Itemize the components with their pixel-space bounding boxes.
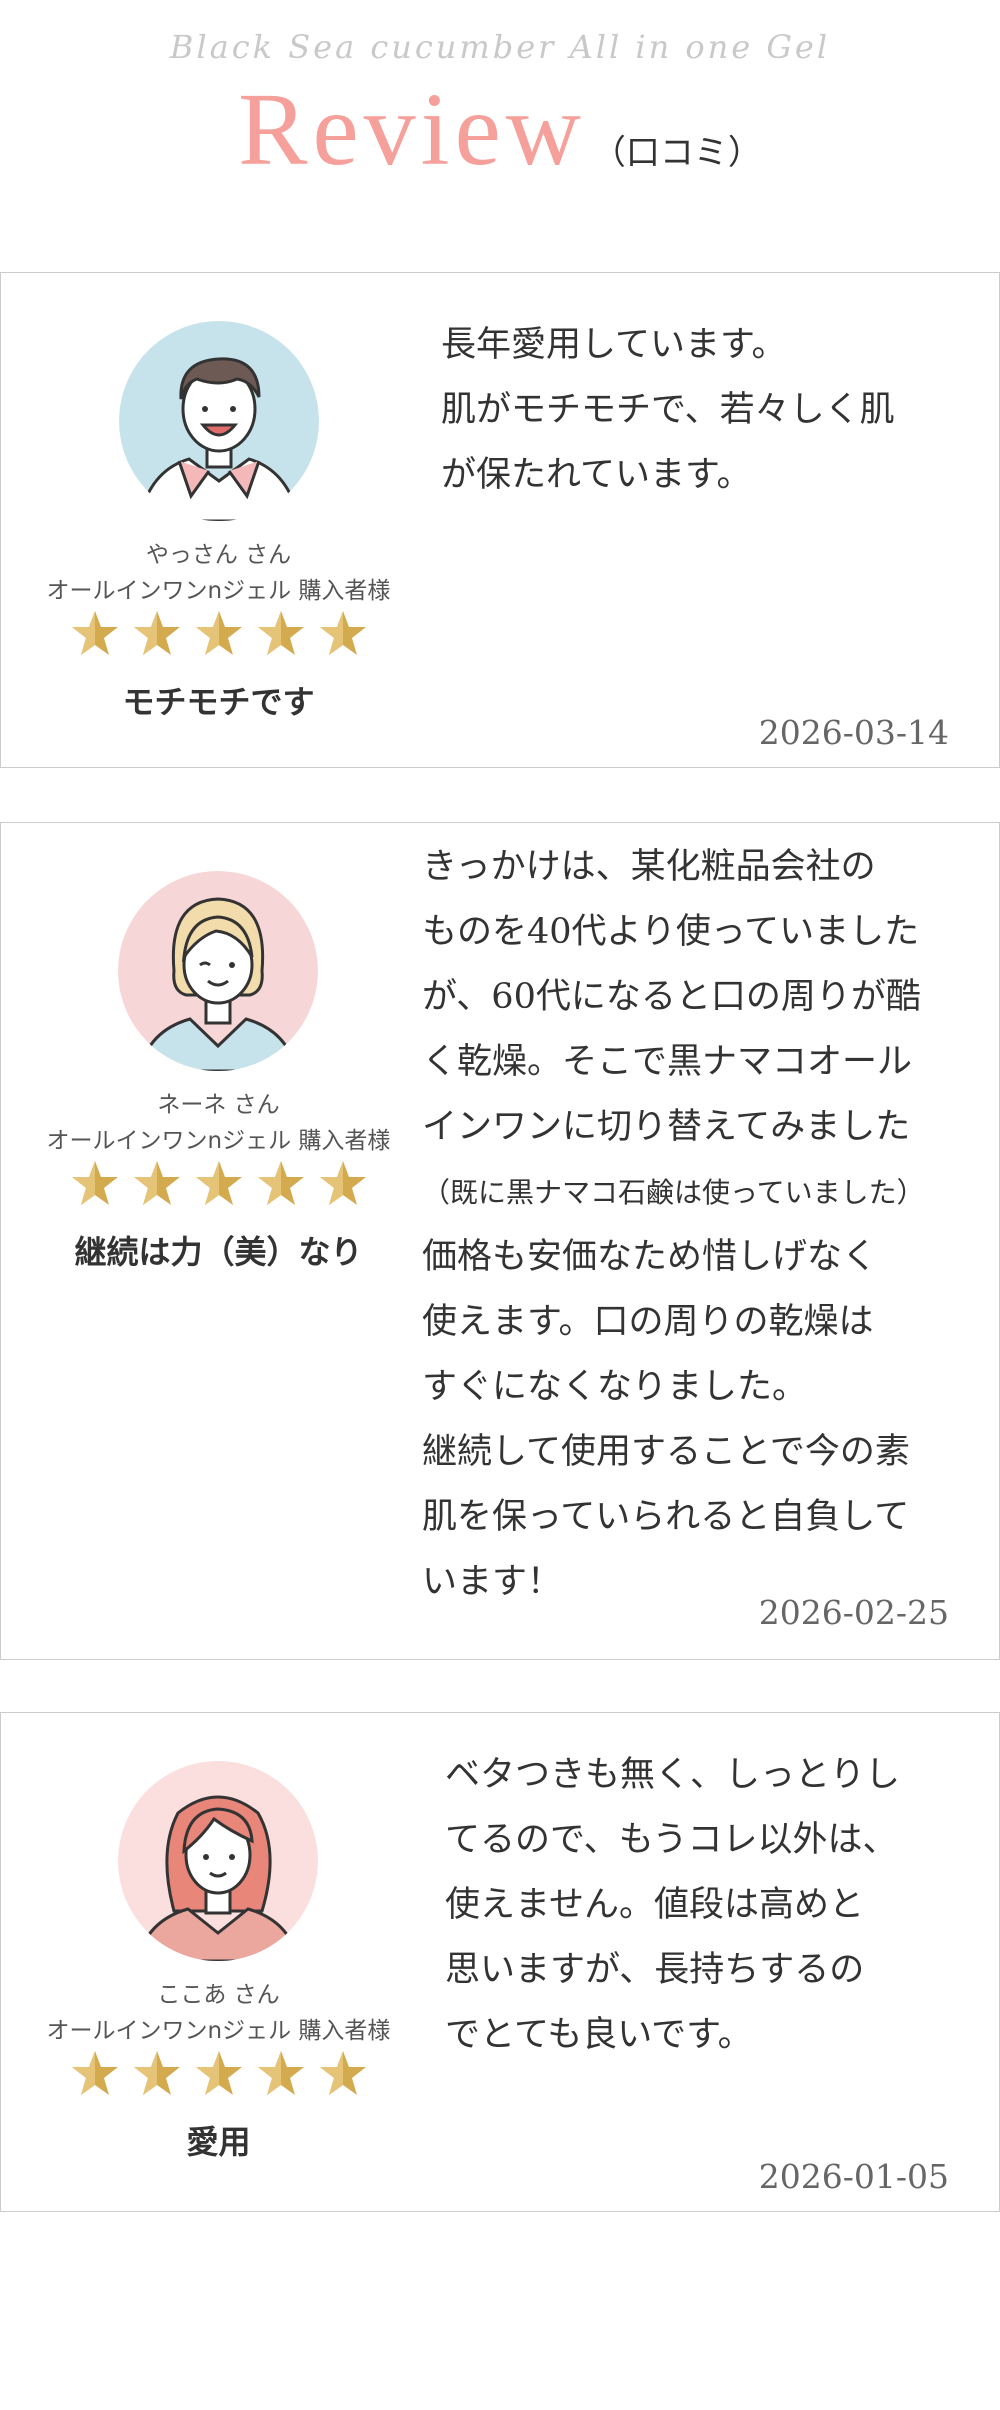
reviewer-name: ここあ さん [157, 1982, 280, 2008]
review-body-line: が保たれています。 [441, 455, 752, 495]
review-body-line: 肌がモチモチで、若々しく肌 [441, 390, 895, 430]
page-header: Black Sea cucumber All in one Gel Review… [0, 0, 1000, 200]
review-body-line: く乾燥。そこで黒ナマコオール [422, 1042, 913, 1082]
review-body-line: （既に黒ナマコ石鹸は使っていました） [422, 1176, 925, 1209]
male-avatar-icon [119, 321, 319, 521]
review-body-line: インワンに切り替えてみました [422, 1107, 911, 1147]
product-script-title: Black Sea cucumber All in one Gel [169, 28, 831, 66]
review-body: 長年愛用しています。 肌がモチモチで、若々しく肌 が保たれています。 [441, 313, 895, 508]
review-body-line: きっかけは、某化粧品会社の [422, 847, 876, 887]
reviewer-name: やっさん さん [145, 542, 292, 568]
review-body-line: すぐになくなりました。 [422, 1367, 808, 1407]
star-icon [257, 611, 304, 655]
review-body-line: 使えます。口の周りの乾燥は [422, 1302, 874, 1342]
star-rating [21, 609, 416, 663]
purchaser-label: オールインワンnジェル 購入者様 [46, 1128, 391, 1154]
reviewer-name: ネーネ さん [157, 1092, 280, 1118]
review-body-line: ベタつきも無く、しっとりし [445, 1755, 901, 1795]
review-card: ここあ さん オールインワンnジェル 購入者様 愛用 ベタつきも無く、しっとりし… [0, 1712, 1000, 2212]
review-body-line: でとても良いです。 [445, 2015, 753, 2055]
review-headline: 継続は力（美）なり [74, 1233, 363, 1271]
star-rating [21, 2049, 416, 2103]
star-icon [71, 1161, 118, 1205]
star-icon [133, 1161, 180, 1205]
review-date: 2026-02-25 [758, 1593, 949, 1632]
star-icon [319, 1161, 366, 1205]
review-body-line: 継続して使用することで今の素 [422, 1432, 910, 1472]
star-icon [257, 1161, 304, 1205]
review-body-line: 思いますが、長持ちするの [445, 1950, 865, 1990]
purchaser-label: オールインワンnジェル 購入者様 [46, 2018, 391, 2044]
review-card: やっさん さん オールインワンnジェル 購入者様 モチモチです 長年愛用していま… [0, 272, 1000, 768]
review-body: きっかけは、某化粧品会社の ものを40代より使っていました が、60代になると口… [422, 835, 925, 1615]
review-body-line: が、60代になると口の周りが酷 [422, 977, 921, 1017]
review-body-line: 長年愛用しています。 [441, 325, 787, 365]
review-date: 2026-01-05 [758, 2157, 949, 2196]
review-card: ネーネ さん オールインワンnジェル 購入者様 継続は力（美）なり きっかけは、… [0, 822, 1000, 1660]
star-icon [319, 2051, 366, 2095]
review-body: ベタつきも無く、しっとりし てるので、もうコレ以外は、 使えません。値段は高めと… [445, 1743, 900, 2068]
female-short-hair-avatar-icon [118, 871, 318, 1071]
page-title: Review （口コミ） [0, 70, 1000, 189]
star-icon [133, 2051, 180, 2095]
review-body-line: 価格も安価なため惜しげなく [422, 1237, 878, 1277]
star-icon [133, 611, 180, 655]
star-icon [195, 2051, 242, 2095]
star-icon [319, 611, 366, 655]
review-body-line: 使えません。値段は高めと [445, 1885, 864, 1925]
star-icon [195, 611, 242, 655]
review-heading-sub: （口コミ） [591, 133, 762, 173]
review-body-line: ものを40代より使っていました [422, 912, 920, 952]
star-icon [195, 1161, 242, 1205]
review-headline: モチモチです [122, 683, 315, 721]
star-icon [71, 611, 118, 655]
review-headline: 愛用 [186, 2123, 251, 2161]
review-body-line: てるので、もうコレ以外は、 [445, 1820, 898, 1860]
purchaser-label: オールインワンnジェル 購入者様 [46, 578, 391, 604]
star-rating [21, 1159, 416, 1213]
review-heading: Review [238, 72, 586, 187]
female-long-hair-avatar-icon [118, 1761, 318, 1961]
review-date: 2026-03-14 [758, 713, 949, 752]
star-icon [71, 2051, 118, 2095]
review-body-line: 肌を保っていられると自負して [422, 1497, 910, 1537]
star-icon [257, 2051, 304, 2095]
